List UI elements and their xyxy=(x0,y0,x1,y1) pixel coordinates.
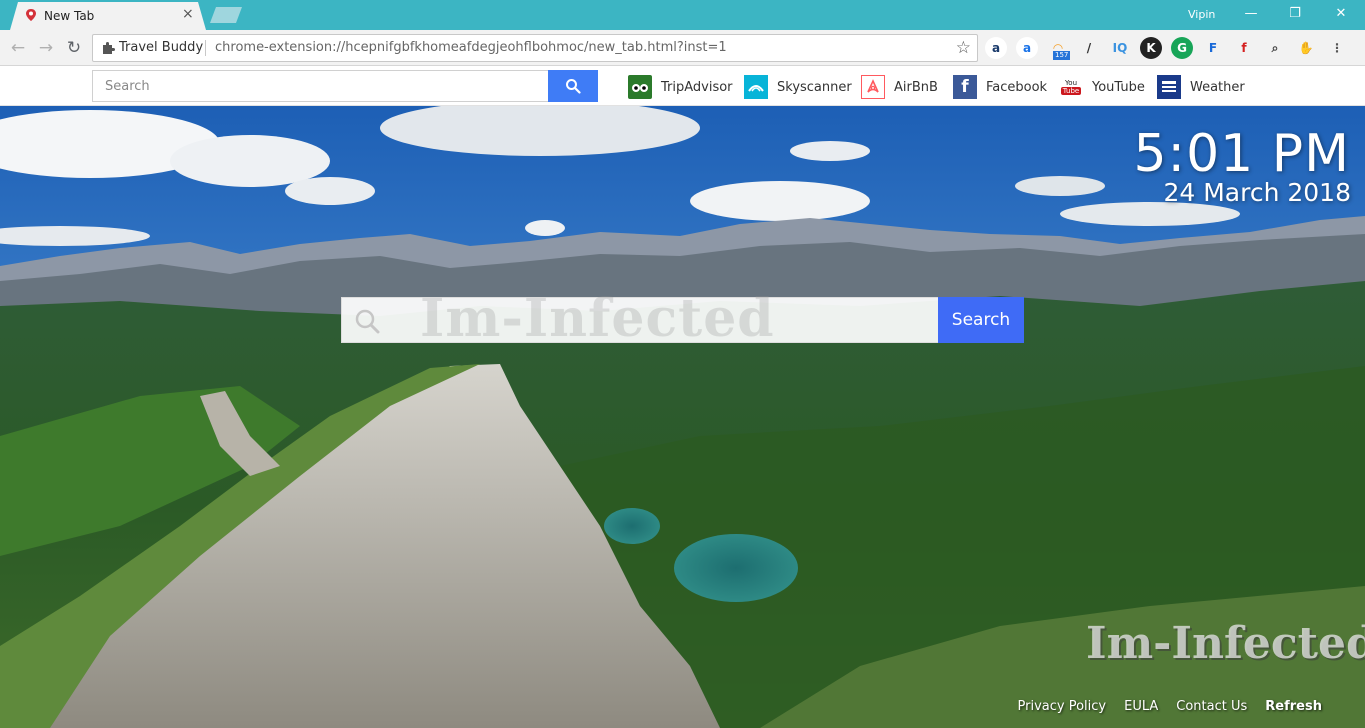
tab-strip: New Tab × Vipin — ❐ ✕ xyxy=(0,0,1365,30)
quicklink-skyscanner[interactable]: Skyscanner xyxy=(744,75,852,99)
quicklink-facebook[interactable]: f Facebook xyxy=(953,75,1047,99)
iq-icon[interactable]: IQ xyxy=(1109,37,1131,59)
tab-title: New Tab xyxy=(44,9,95,23)
weather-channel-icon xyxy=(1157,75,1181,99)
clock-date: 24 March 2018 xyxy=(1163,178,1351,207)
top-search-button[interactable] xyxy=(548,70,598,102)
restore-icon[interactable]: ❐ xyxy=(1272,3,1318,25)
quicklink-airbnb[interactable]: AirBnB xyxy=(861,75,938,99)
contact-us-link[interactable]: Contact Us xyxy=(1176,699,1247,714)
quicklink-weather[interactable]: Weather xyxy=(1157,75,1245,99)
tripadvisor-icon xyxy=(628,75,652,99)
minimize-icon[interactable]: — xyxy=(1228,3,1274,25)
url-text[interactable]: chrome-extension://hcepnifgbfkhomeafdegj… xyxy=(215,40,727,55)
extension-badge: 157 xyxy=(1053,51,1071,60)
travel-pin-icon xyxy=(26,9,36,21)
quicklink-tripadvisor[interactable]: TripAdvisor xyxy=(628,75,733,99)
quicklink-youtube[interactable]: You Tube YouTube xyxy=(1059,75,1145,99)
menu-icon[interactable]: ⋮ xyxy=(1326,37,1348,59)
extension-glyph: a xyxy=(1022,41,1032,55)
tab-close-icon[interactable]: × xyxy=(182,6,194,22)
extension-glyph: G xyxy=(1177,41,1187,55)
clock-time: 5:01 PM xyxy=(1133,124,1350,184)
dropper-icon[interactable]: / xyxy=(1078,37,1100,59)
new-tab-button[interactable] xyxy=(210,7,242,23)
puzzle-icon[interactable]: ✋ xyxy=(1295,37,1317,59)
main-search-box[interactable] xyxy=(341,297,939,343)
main-search-button[interactable]: Search xyxy=(938,297,1024,343)
k-icon[interactable]: K xyxy=(1140,37,1162,59)
close-window-icon[interactable]: ✕ xyxy=(1318,3,1364,25)
youtube-icon: You Tube xyxy=(1059,75,1083,99)
extension-glyph: ⋮ xyxy=(1331,41,1343,55)
g-icon[interactable]: G xyxy=(1171,37,1193,59)
eula-link[interactable]: EULA xyxy=(1124,699,1158,714)
airbnb-icon xyxy=(861,75,885,99)
f-blue-icon[interactable]: F xyxy=(1202,37,1224,59)
rss-icon[interactable]: ◠ 157 xyxy=(1047,37,1071,60)
search-icon xyxy=(355,309,380,334)
extension-glyph: f xyxy=(1241,41,1247,55)
extension-name: Travel Buddy xyxy=(119,40,204,55)
omnibox-divider xyxy=(205,40,206,56)
watermark-corner: Im-Infected xyxy=(1086,618,1365,669)
tab-new-tab[interactable]: New Tab × xyxy=(10,2,206,30)
profile-name[interactable]: Vipin xyxy=(1188,8,1215,21)
browser-toolbar: ← → ↻ Travel Buddy chrome-extension://hc… xyxy=(0,30,1365,66)
extension-puzzle-icon xyxy=(103,42,115,54)
quicklink-label: Skyscanner xyxy=(777,79,852,95)
search-icon xyxy=(566,79,581,94)
quicklink-label: TripAdvisor xyxy=(661,79,733,95)
f-red-icon[interactable]: f xyxy=(1233,37,1255,59)
extension-glyph: ✋ xyxy=(1298,41,1314,55)
top-search-input[interactable] xyxy=(92,70,549,102)
extension-glyph: F xyxy=(1208,41,1218,55)
quicklink-label: YouTube xyxy=(1092,79,1145,95)
extension-glyph: a xyxy=(991,41,1001,55)
quicklink-label: AirBnB xyxy=(894,79,938,95)
skyscanner-icon xyxy=(744,75,768,99)
extension-glyph: / xyxy=(1086,41,1092,55)
extension-glyph: IQ xyxy=(1112,41,1128,55)
extension-glyph: ⌕ xyxy=(1271,40,1279,55)
privacy-policy-link[interactable]: Privacy Policy xyxy=(1018,699,1107,714)
back-icon[interactable]: ← xyxy=(7,37,29,59)
magnifier-icon[interactable]: ⌕ xyxy=(1264,37,1286,59)
bookmark-star-icon[interactable]: ☆ xyxy=(956,38,971,58)
refresh-link[interactable]: Refresh xyxy=(1265,699,1322,714)
footer-links: Privacy Policy EULA Contact Us Refresh xyxy=(1018,699,1323,714)
address-bar[interactable]: Travel Buddy chrome-extension://hcepnifg… xyxy=(92,34,978,62)
forward-icon[interactable]: → xyxy=(35,37,57,59)
a-circle-icon[interactable]: a xyxy=(1016,37,1038,59)
reload-icon[interactable]: ↻ xyxy=(63,37,85,59)
quicklink-label: Weather xyxy=(1190,79,1245,95)
main-search-input[interactable] xyxy=(392,298,932,342)
quicklink-label: Facebook xyxy=(986,79,1048,95)
a-translate-icon[interactable]: a xyxy=(985,37,1007,59)
facebook-icon: f xyxy=(953,75,977,99)
extension-top-bar: TripAdvisor Skyscanner AirBnB f Facebook… xyxy=(0,66,1365,106)
extension-glyph: K xyxy=(1146,41,1156,55)
